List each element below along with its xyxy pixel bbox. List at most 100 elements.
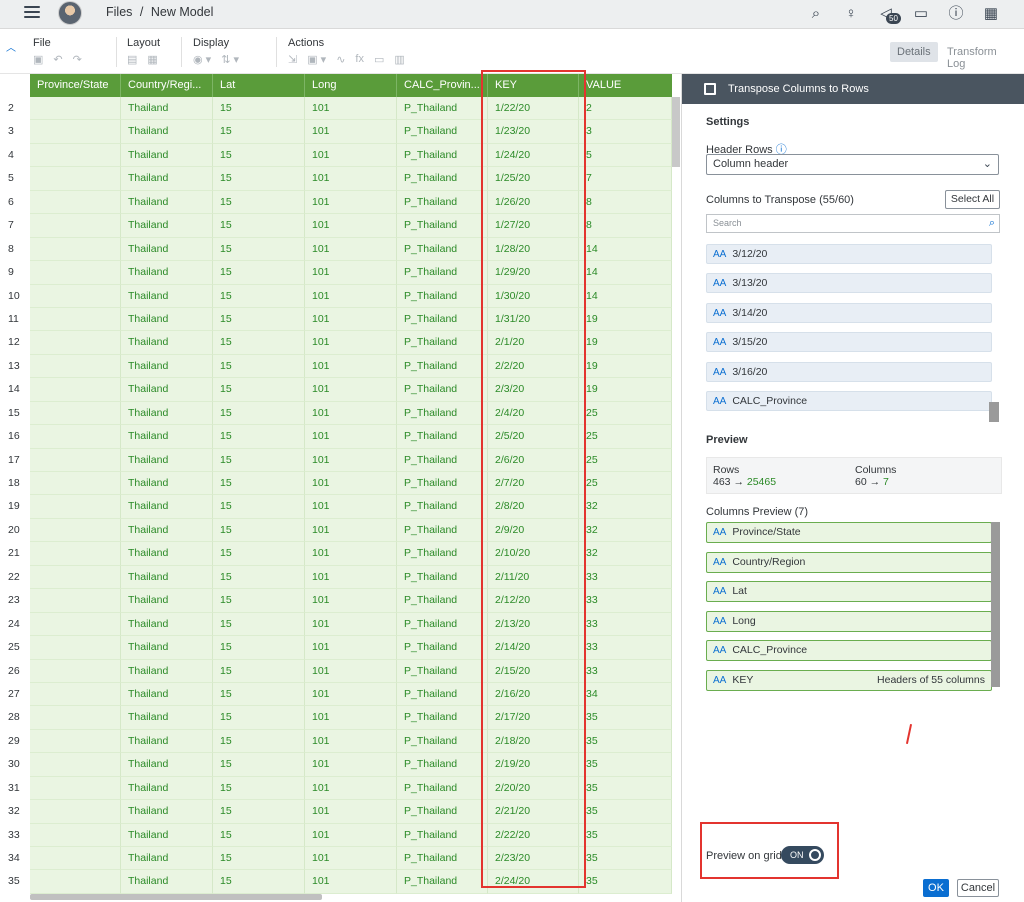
table-cell[interactable]: 15 <box>213 284 305 308</box>
table-cell[interactable]: 101 <box>305 284 397 308</box>
table-cell[interactable]: 15 <box>213 261 305 285</box>
table-cell[interactable]: 19 <box>579 307 672 332</box>
grid-icon[interactable]: ▦ <box>981 4 1001 24</box>
table-cell[interactable] <box>30 425 121 449</box>
table-cell[interactable] <box>30 870 121 894</box>
table-cell[interactable] <box>30 612 121 637</box>
table-cell[interactable]: 15 <box>213 565 305 590</box>
table-cell[interactable]: 101 <box>305 472 397 496</box>
table-cell[interactable]: 101 <box>305 589 397 613</box>
list-item[interactable]: AA CALC_Province <box>706 640 992 661</box>
chat-icon[interactable]: ▭ <box>911 4 931 24</box>
grid-horizontal-scrollbar[interactable] <box>30 894 322 900</box>
table-cell[interactable]: 15 <box>213 495 305 519</box>
table-cell[interactable]: 35 <box>579 823 672 847</box>
table-cell[interactable]: Thailand <box>121 331 213 355</box>
table-cell[interactable]: P_Thailand <box>397 284 488 308</box>
sort-icon[interactable]: ⇅ ▾ <box>221 53 239 66</box>
table-cell[interactable]: Thailand <box>121 612 213 637</box>
table-cell[interactable]: Thailand <box>121 401 213 426</box>
table-cell[interactable]: Thailand <box>121 800 213 824</box>
table-cell[interactable]: 101 <box>305 495 397 519</box>
table-cell[interactable]: 15 <box>213 870 305 894</box>
table-cell[interactable]: P_Thailand <box>397 354 488 379</box>
table-cell[interactable]: P_Thailand <box>397 565 488 590</box>
table-cell[interactable] <box>30 307 121 332</box>
table-cell[interactable] <box>30 97 121 121</box>
table-cell[interactable]: 2/15/20 <box>488 659 579 683</box>
table-cell[interactable]: 2/6/20 <box>488 448 579 472</box>
table-cell[interactable]: 101 <box>305 120 397 144</box>
table-cell[interactable]: Thailand <box>121 143 213 168</box>
table-cell[interactable]: P_Thailand <box>397 472 488 496</box>
table-cell[interactable]: Thailand <box>121 823 213 847</box>
table-cell[interactable] <box>30 823 121 847</box>
table-cell[interactable]: 15 <box>213 97 305 121</box>
header-rows-select[interactable]: Column header ⌄ <box>706 154 999 175</box>
table-cell[interactable]: 2/12/20 <box>488 589 579 613</box>
table-cell[interactable]: P_Thailand <box>397 143 488 168</box>
table-cell[interactable]: 14 <box>579 284 672 308</box>
table-cell[interactable] <box>30 143 121 168</box>
table-cell[interactable]: 2/11/20 <box>488 565 579 590</box>
cancel-button[interactable]: Cancel <box>957 879 999 897</box>
table-cell[interactable]: 101 <box>305 682 397 707</box>
table-cell[interactable]: 101 <box>305 542 397 566</box>
table-cell[interactable]: 2/10/20 <box>488 542 579 566</box>
table-cell[interactable]: Thailand <box>121 378 213 402</box>
table-cell[interactable]: Thailand <box>121 565 213 590</box>
list-item[interactable]: AA Lat <box>706 581 992 602</box>
table-cell[interactable] <box>30 167 121 191</box>
table-cell[interactable]: Thailand <box>121 237 213 262</box>
table-cell[interactable]: 32 <box>579 518 672 543</box>
table-cell[interactable]: 8 <box>579 214 672 238</box>
table-cell[interactable]: P_Thailand <box>397 659 488 683</box>
table-cell[interactable]: 101 <box>305 729 397 754</box>
table-cell[interactable] <box>30 378 121 402</box>
column-header[interactable]: Province/State <box>30 74 121 97</box>
list-item[interactable]: AA 3/13/20 <box>706 273 992 294</box>
table-cell[interactable]: 2/16/20 <box>488 682 579 707</box>
table-cell[interactable]: 15 <box>213 518 305 543</box>
table-cell[interactable]: 2/19/20 <box>488 753 579 777</box>
table-cell[interactable] <box>30 401 121 426</box>
table-cell[interactable]: P_Thailand <box>397 97 488 121</box>
table-cell[interactable]: Thailand <box>121 706 213 730</box>
table-cell[interactable]: P_Thailand <box>397 425 488 449</box>
table-cell[interactable]: 15 <box>213 823 305 847</box>
table-cell[interactable]: 33 <box>579 636 672 660</box>
table-cell[interactable]: 15 <box>213 237 305 262</box>
list-item[interactable]: AA 3/15/20 <box>706 332 992 353</box>
table-cell[interactable]: 34 <box>579 682 672 707</box>
table-cell[interactable] <box>30 800 121 824</box>
table-cell[interactable]: Thailand <box>121 190 213 215</box>
table-cell[interactable]: Thailand <box>121 495 213 519</box>
table-cell[interactable] <box>30 636 121 660</box>
redo-icon[interactable]: ↷ <box>73 53 82 66</box>
table-cell[interactable]: 35 <box>579 706 672 730</box>
table-cell[interactable]: 2/24/20 <box>488 870 579 894</box>
table-cell[interactable]: 101 <box>305 237 397 262</box>
table-cell[interactable] <box>30 495 121 519</box>
table-cell[interactable]: P_Thailand <box>397 636 488 660</box>
table-cell[interactable]: P_Thailand <box>397 682 488 707</box>
table-cell[interactable]: 35 <box>579 870 672 894</box>
table-cell[interactable]: 101 <box>305 425 397 449</box>
table-cell[interactable] <box>30 354 121 379</box>
table-cell[interactable]: 1/26/20 <box>488 190 579 215</box>
table-cell[interactable]: 2/8/20 <box>488 495 579 519</box>
table-cell[interactable]: 25 <box>579 472 672 496</box>
table-cell[interactable]: 101 <box>305 378 397 402</box>
table-cell[interactable]: 33 <box>579 659 672 683</box>
preview-on-grid-toggle[interactable]: ON <box>781 846 824 864</box>
table-cell[interactable]: 14 <box>579 237 672 262</box>
table-cell[interactable]: 15 <box>213 378 305 402</box>
add-column-icon[interactable]: ▣ ▾ <box>307 53 326 66</box>
table-cell[interactable]: 101 <box>305 448 397 472</box>
table-cell[interactable]: 8 <box>579 190 672 215</box>
table-cell[interactable]: Thailand <box>121 776 213 801</box>
table-cell[interactable]: 101 <box>305 167 397 191</box>
table-cell[interactable] <box>30 518 121 543</box>
list-item[interactable]: AA Long <box>706 610 992 632</box>
table-cell[interactable]: 101 <box>305 870 397 894</box>
